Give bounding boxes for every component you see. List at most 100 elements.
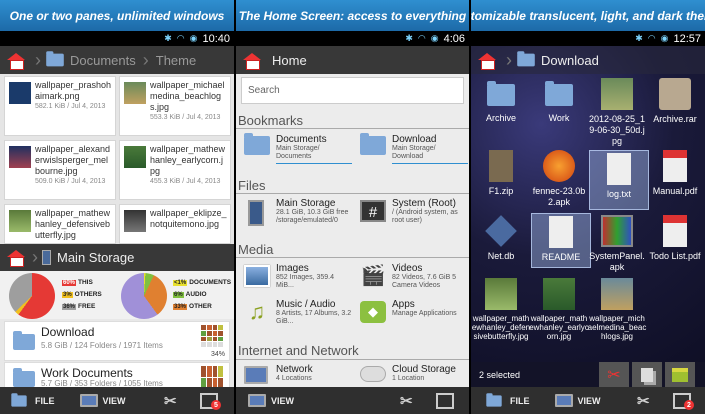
- zip-icon: [489, 150, 513, 182]
- media-videos[interactable]: 🎬 Videos 82 Videos, 7.6 GiB 5 Camera Vid…: [356, 263, 468, 295]
- image-thumbnail: [485, 278, 517, 310]
- file-tile[interactable]: wallpaper_mathewhanley_earlycorn.jpg 455…: [119, 140, 231, 200]
- copy-icon: [641, 368, 653, 382]
- image-thumbnail: [124, 82, 146, 104]
- file-item[interactable]: Archive.rar: [645, 78, 705, 125]
- apk-icon: [601, 215, 633, 247]
- media-images[interactable]: Images 852 Images, 359.4 MiB...: [240, 263, 352, 295]
- file-item-selected[interactable]: log.txt: [589, 150, 649, 210]
- tools-icon[interactable]: ✂: [164, 392, 177, 410]
- file-item[interactable]: Todo List.pdf: [645, 215, 705, 262]
- tools-icon[interactable]: ✂: [637, 392, 650, 410]
- file-item[interactable]: Work: [529, 78, 589, 124]
- cloud-storage[interactable]: Cloud Storage 1 Location: [356, 364, 468, 388]
- file-item[interactable]: wallpaper_mathewhanley_defensivebutterfl…: [471, 278, 531, 341]
- bookmark-download[interactable]: Download Main Storage/ Download: [356, 133, 468, 166]
- archive-button[interactable]: [665, 362, 695, 388]
- hash-icon: #: [360, 200, 386, 222]
- media-apps[interactable]: ◆ Apps Manage Applications: [356, 299, 468, 331]
- home-button[interactable]: [0, 250, 32, 267]
- home-button[interactable]: [236, 46, 268, 74]
- folder-icon: [244, 133, 270, 155]
- folder-icon: [545, 81, 573, 106]
- tools-icon[interactable]: ✂: [400, 392, 413, 410]
- battery-icon: ◉: [430, 33, 439, 43]
- file-item[interactable]: F1.zip: [471, 150, 531, 197]
- bluetooth-icon: ✱: [635, 33, 643, 43]
- legend-free: 36% FREE: [62, 303, 96, 310]
- file-item[interactable]: fennec-23.0b2.apk: [529, 150, 589, 208]
- panel-themes: Customizable translucent, light, and dar…: [471, 0, 705, 414]
- breadcrumb: › Documents › Theme: [0, 46, 234, 74]
- image-thumbnail: [9, 210, 31, 232]
- copy-button[interactable]: [632, 362, 662, 388]
- file-menu-button[interactable]: FILE: [8, 392, 55, 409]
- view-menu-button[interactable]: VIEW: [554, 394, 601, 407]
- file-item[interactable]: wallpaper_michaelmedina_beachlogs.jpg: [587, 278, 647, 341]
- text-file-icon: [607, 153, 631, 185]
- file-name: wallpaper_eklipze_notquitemono.jpg: [150, 208, 227, 229]
- scissors-icon: ✂: [607, 367, 621, 384]
- monitor-icon: [554, 394, 573, 407]
- cut-button[interactable]: ✂: [599, 362, 629, 388]
- files-system-root[interactable]: # System (Root) / (Android system, as ro…: [356, 198, 468, 238]
- file-tile[interactable]: wallpaper_michaelmedina_beachlogs.jpg 55…: [119, 76, 231, 136]
- folder-name: Download: [41, 325, 95, 339]
- file-item[interactable]: wallpaper_mathewhanley_earlycorn.jpg: [529, 278, 589, 341]
- media-music[interactable]: ♫ Music / Audio 8 Artists, 17 Albums, 3.…: [240, 299, 352, 331]
- breadcrumb-home[interactable]: Home: [268, 53, 311, 68]
- image-thumbnail: [124, 146, 146, 168]
- breadcrumb-theme[interactable]: Theme: [152, 53, 200, 68]
- home-button[interactable]: [471, 46, 503, 74]
- search-input[interactable]: Search: [241, 77, 464, 104]
- file-item[interactable]: SystemPanel.apk: [587, 215, 647, 273]
- image-thumbnail: [9, 146, 31, 168]
- file-meta: 582.1 KiB / Jul 4, 2013: [35, 103, 106, 110]
- breadcrumb-download[interactable]: Download: [537, 53, 603, 68]
- folder-row-download[interactable]: Download 5.8 GiB / 124 Folders / 1971 It…: [4, 321, 230, 361]
- file-item-selected[interactable]: README: [531, 213, 591, 268]
- view-menu-button[interactable]: VIEW: [248, 394, 294, 407]
- file-item[interactable]: Net.db: [471, 215, 531, 262]
- breadcrumb-documents[interactable]: Documents: [66, 53, 140, 68]
- file-tile[interactable]: wallpaper_mathewhanley_defensivebutterfl…: [4, 204, 116, 244]
- folder-icon: [13, 331, 35, 350]
- image-thumbnail: [124, 210, 146, 232]
- file-item[interactable]: 2012-08-25_19-06-30_50d.jpg: [587, 78, 647, 147]
- folder-row-work-documents[interactable]: Work Documents 5.7 GiB / 353 Folders / 1…: [4, 362, 230, 388]
- clock: 10:40: [202, 32, 230, 45]
- folder-icon: [517, 51, 535, 67]
- file-name: wallpaper_prashohaimark.png: [35, 80, 112, 101]
- bookmark-documents[interactable]: Documents Main Storage/ Documents: [240, 133, 352, 166]
- network-icon: [244, 366, 268, 384]
- legend-audio: 6% AUDIO: [173, 291, 207, 298]
- legend-others: 3% OTHERS: [62, 291, 102, 298]
- file-tile[interactable]: wallpaper_prashohaimark.png 582.1 KiB / …: [4, 76, 116, 136]
- network-locations[interactable]: Network 4 Locations: [240, 364, 352, 388]
- selection-count: 2 selected: [479, 370, 521, 380]
- files-main-storage[interactable]: Main Storage 28.1 GiB, 10.3 GiB free /st…: [240, 198, 352, 238]
- home-button[interactable]: [0, 46, 32, 74]
- windows-count-badge: 2: [684, 400, 694, 410]
- folder-info: 5.8 GiB / 124 Folders / 1971 Items: [41, 341, 163, 350]
- usage-blocks: [201, 366, 223, 387]
- usage-blocks: [201, 325, 223, 347]
- view-menu-button[interactable]: VIEW: [79, 394, 126, 407]
- phone-icon: [42, 250, 51, 265]
- breadcrumb: › Download: [471, 46, 705, 74]
- wifi-icon: ◠: [176, 33, 185, 43]
- clock: 12:57: [673, 32, 701, 45]
- status-bar: ✱ ◠ ◉ 10:40: [0, 31, 234, 46]
- image-thumbnail: [543, 278, 575, 310]
- file-item[interactable]: Archive: [471, 78, 531, 124]
- android-icon: ◆: [360, 301, 386, 323]
- bluetooth-icon: ✱: [164, 33, 172, 43]
- windows-icon[interactable]: [436, 392, 454, 409]
- file-tile[interactable]: wallpaper_eklipze_notquitemono.jpg: [119, 204, 231, 244]
- file-item[interactable]: Manual.pdf: [645, 150, 705, 197]
- file-tile[interactable]: wallpaper_alexanderwislsperger_melbourne…: [4, 140, 116, 200]
- file-menu-button[interactable]: FILE: [483, 392, 530, 409]
- status-bar: ✱ ◠ ◉ 12:57: [471, 31, 705, 46]
- storage-title: Main Storage: [57, 250, 135, 265]
- clock: 4:06: [443, 32, 465, 45]
